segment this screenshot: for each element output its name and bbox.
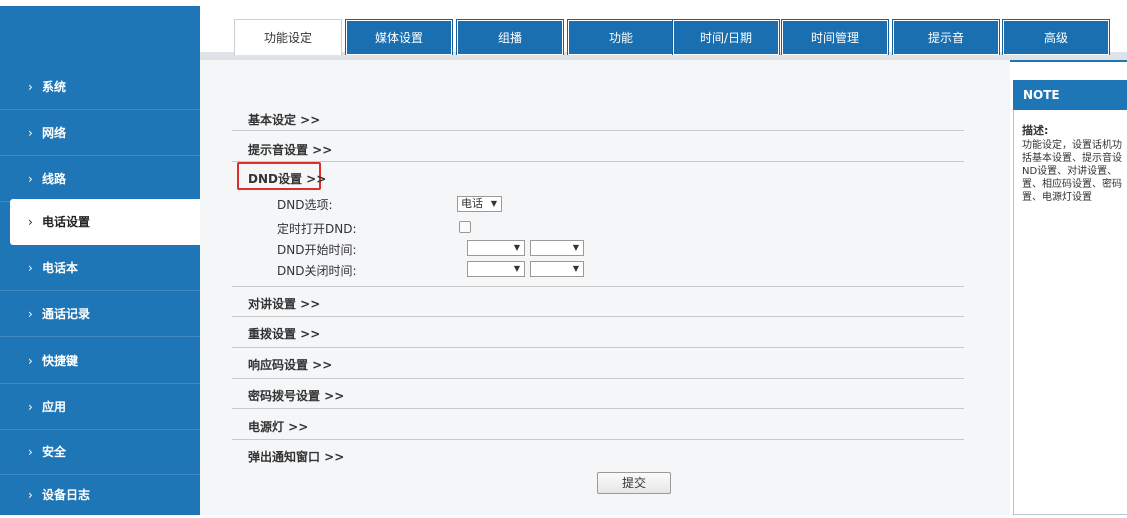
divider <box>232 286 964 287</box>
section-response-code-settings[interactable]: 响应码设置 >> <box>248 356 332 373</box>
section-popup-notification[interactable]: 弹出通知窗口 >> <box>248 448 344 465</box>
tab-prompt-tone[interactable]: 提示音 <box>892 19 1000 55</box>
divider <box>232 130 964 131</box>
sidebar-item-label: 设备日志 <box>42 488 91 502</box>
chevron-right-icon: › <box>28 307 33 321</box>
tab-time-management[interactable]: 时间管理 <box>781 19 889 55</box>
divider <box>232 347 964 348</box>
section-password-dial-settings[interactable]: 密码拨号设置 >> <box>248 387 344 404</box>
tab-time-date[interactable]: 时间/日期 <box>672 19 780 55</box>
note-line: 置、电源灯设置 <box>1022 192 1092 203</box>
chevron-right-icon: › <box>28 445 33 459</box>
note-line: 功能设定，设置话机功 <box>1022 140 1122 151</box>
note-title: NOTE <box>1013 80 1127 110</box>
divider <box>232 378 964 379</box>
dnd-start-minute-select[interactable]: ▼ <box>530 240 584 256</box>
tab-advanced[interactable]: 高级 <box>1002 19 1110 55</box>
section-prompt-tone-settings[interactable]: 提示音设置 >> <box>248 141 332 158</box>
section-power-light[interactable]: 电源灯 >> <box>248 418 308 435</box>
sidebar-item-label: 安全 <box>42 445 67 459</box>
sidebar-item-device-log[interactable]: › 设备日志 <box>0 472 200 518</box>
sidebar-item-applications[interactable]: › 应用 <box>0 384 200 430</box>
chevron-down-icon: ▼ <box>513 243 520 252</box>
sidebar-item-network[interactable]: › 网络 <box>0 110 200 156</box>
sidebar-item-label: 电话设置 <box>42 215 91 229</box>
dnd-timed-checkbox[interactable] <box>459 221 471 233</box>
sidebar-item-label: 电话本 <box>42 261 79 275</box>
divider <box>232 408 964 409</box>
note-line: 置、相应码设置、密码 <box>1022 179 1122 190</box>
chevron-down-icon: ▼ <box>490 199 497 208</box>
sidebar-item-system[interactable]: › 系统 <box>0 64 200 110</box>
note-line: ND设置、对讲设置、 <box>1022 166 1118 177</box>
dnd-start-time-label: DND开始时间: <box>277 243 357 257</box>
sidebar-item-label: 线路 <box>42 172 67 186</box>
chevron-right-icon: › <box>28 172 33 186</box>
section-dnd-settings[interactable]: DND设置 >> <box>248 170 326 187</box>
chevron-down-icon: ▼ <box>513 264 520 273</box>
chevron-down-icon: ▼ <box>572 264 579 273</box>
dnd-option-select[interactable]: 电话 ▼ <box>457 196 502 212</box>
sidebar-item-call-log[interactable]: › 通话记录 <box>0 291 200 337</box>
dnd-option-value: 电话 <box>461 197 483 210</box>
chevron-right-icon: › <box>28 215 33 229</box>
chevron-right-icon: › <box>28 261 33 275</box>
sidebar-item-phone-settings[interactable]: › 电话设置 <box>10 199 200 245</box>
sidebar-item-security[interactable]: › 安全 <box>0 429 200 475</box>
main-content <box>200 60 1010 515</box>
tab-function-settings[interactable]: 功能设定 <box>234 19 342 55</box>
note-body: 描述: 功能设定，设置话机功 括基本设置、提示音设 ND设置、对讲设置、 置、相… <box>1022 124 1127 204</box>
sidebar-item-lines[interactable]: › 线路 <box>0 156 200 202</box>
dnd-start-hour-select[interactable]: ▼ <box>467 240 525 256</box>
note-line: 括基本设置、提示音设 <box>1022 153 1122 164</box>
chevron-right-icon: › <box>28 354 33 368</box>
sidebar-item-label: 应用 <box>42 400 67 414</box>
section-redial-settings[interactable]: 重拨设置 >> <box>248 325 320 342</box>
tab-multicast[interactable]: 组播 <box>456 19 564 55</box>
chevron-right-icon: › <box>28 80 33 94</box>
sidebar-item-label: 快捷键 <box>42 354 79 368</box>
note-desc-label: 描述: <box>1022 124 1049 137</box>
sidebar-item-label: 网络 <box>42 126 67 140</box>
dnd-end-minute-select[interactable]: ▼ <box>530 261 584 277</box>
chevron-down-icon: ▼ <box>572 243 579 252</box>
chevron-right-icon: › <box>28 488 33 502</box>
sidebar-item-shortcut-keys[interactable]: › 快捷键 <box>0 338 200 384</box>
chevron-right-icon: › <box>28 126 33 140</box>
divider <box>232 161 964 162</box>
chevron-right-icon: › <box>28 400 33 414</box>
submit-button[interactable]: 提交 <box>597 472 671 494</box>
divider <box>232 439 964 440</box>
dnd-end-hour-select[interactable]: ▼ <box>467 261 525 277</box>
section-basic-settings[interactable]: 基本设定 >> <box>248 111 320 128</box>
sidebar-item-label: 系统 <box>42 80 67 94</box>
dnd-end-time-label: DND关闭时间: <box>277 264 357 278</box>
sidebar-item-phonebook[interactable]: › 电话本 <box>0 245 200 291</box>
section-intercom-settings[interactable]: 对讲设置 >> <box>248 295 320 312</box>
dnd-option-label: DND选项: <box>277 198 333 212</box>
sidebar-item-label: 通话记录 <box>42 307 91 321</box>
dnd-timed-label: 定时打开DND: <box>277 222 357 236</box>
divider <box>232 316 964 317</box>
tab-media-settings[interactable]: 媒体设置 <box>345 19 453 55</box>
tab-features[interactable]: 功能 <box>567 19 675 55</box>
